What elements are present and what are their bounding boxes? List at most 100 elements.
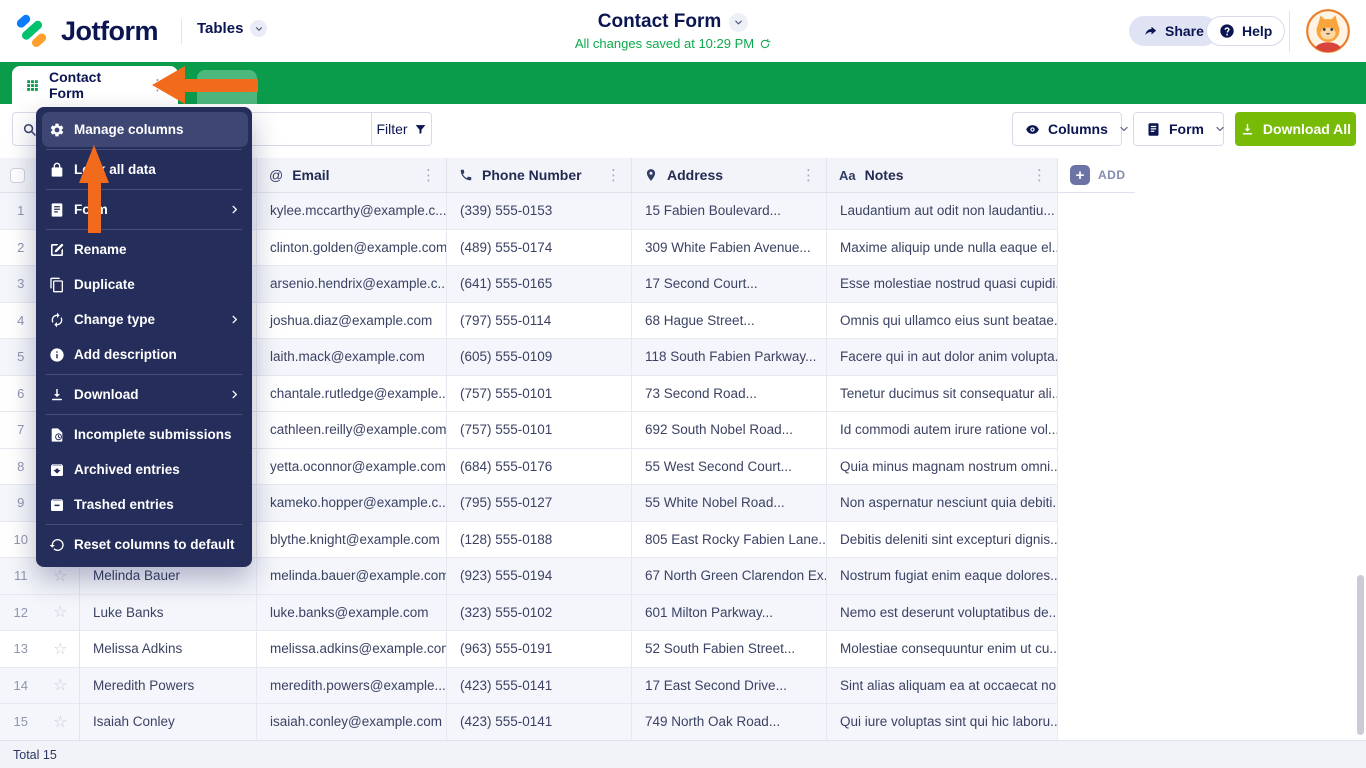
cell-email[interactable]: isaiah.conley@example.com — [257, 704, 447, 741]
add-column-button[interactable]: + ADD — [1058, 158, 1135, 193]
select-all-checkbox[interactable] — [10, 167, 25, 183]
menu-item-incomplete-submissions[interactable]: Incomplete submissions — [42, 417, 248, 452]
column-header-notes[interactable]: Aa Notes ⋮ — [827, 158, 1058, 193]
cell-notes[interactable]: Quia minus magnam nostrum omni... — [827, 448, 1058, 485]
cell-notes[interactable]: Debitis deleniti sint excepturi dignis..… — [827, 521, 1058, 558]
cell-notes[interactable]: Nostrum fugiat enim eaque dolores... — [827, 558, 1058, 595]
cell-notes[interactable]: Maxime aliquip unde nulla eaque el... — [827, 229, 1058, 266]
cell-address[interactable]: 55 White Nobel Road... — [632, 485, 827, 522]
cell-email[interactable]: chantale.rutledge@example... — [257, 375, 447, 412]
title-chevron-down-icon[interactable] — [729, 12, 749, 32]
column-menu-dots-icon[interactable]: ⋮ — [799, 166, 818, 184]
column-menu-dots-icon[interactable]: ⋮ — [604, 166, 623, 184]
cell-phone[interactable]: (128) 555-0188 — [447, 521, 632, 558]
menu-item-rename[interactable]: Rename — [42, 232, 248, 267]
menu-item-trashed-entries[interactable]: Trashed entries — [42, 487, 248, 522]
cell-notes[interactable]: Facere qui in aut dolor anim volupta... — [827, 339, 1058, 376]
cell-address[interactable]: 805 East Rocky Fabien Lane... — [632, 521, 827, 558]
tab-menu-dots-icon[interactable]: ⋮ — [147, 76, 168, 95]
menu-item-duplicate[interactable]: Duplicate — [42, 267, 248, 302]
cell-email[interactable]: luke.banks@example.com — [257, 594, 447, 631]
cell-email[interactable]: kameko.hopper@example.c... — [257, 485, 447, 522]
cell-email[interactable]: yetta.oconnor@example.com — [257, 448, 447, 485]
cell-phone[interactable]: (339) 555-0153 — [447, 193, 632, 230]
cell-phone[interactable]: (757) 555-0101 — [447, 375, 632, 412]
star-icon[interactable]: ☆ — [41, 639, 79, 659]
cell-notes[interactable]: Laudantium aut odit non laudantiu... — [827, 193, 1058, 230]
cell-name[interactable]: Melissa Adkins — [80, 631, 257, 668]
cell-phone[interactable]: (757) 555-0101 — [447, 412, 632, 449]
cell-email[interactable]: clinton.golden@example.com — [257, 229, 447, 266]
cell-email[interactable]: melissa.adkins@example.com — [257, 631, 447, 668]
cell-address[interactable]: 73 Second Road... — [632, 375, 827, 412]
menu-item-add-description[interactable]: Add description — [42, 337, 248, 372]
column-header-address[interactable]: Address ⋮ — [632, 158, 827, 193]
menu-item-reset-columns[interactable]: Reset columns to default — [42, 527, 248, 562]
cell-notes[interactable]: Id commodi autem irure ratione vol... — [827, 412, 1058, 449]
avatar[interactable] — [1306, 9, 1350, 53]
column-header-email[interactable]: @ Email ⋮ — [257, 158, 447, 193]
star-icon[interactable]: ☆ — [41, 712, 79, 732]
vertical-scrollbar[interactable] — [1357, 575, 1364, 735]
cell-phone[interactable]: (795) 555-0127 — [447, 485, 632, 522]
cell-address[interactable]: 692 South Nobel Road... — [632, 412, 827, 449]
cell-phone[interactable]: (489) 555-0174 — [447, 229, 632, 266]
download-all-button[interactable]: Download All — [1235, 112, 1356, 146]
cell-address[interactable]: 749 North Oak Road... — [632, 704, 827, 741]
column-menu-dots-icon[interactable]: ⋮ — [1030, 166, 1049, 184]
cell-notes[interactable]: Tenetur ducimus sit consequatur ali... — [827, 375, 1058, 412]
menu-item-form[interactable]: Form — [42, 192, 248, 227]
tab-second[interactable]: ANEW — [197, 70, 257, 104]
cell-phone[interactable]: (684) 555-0176 — [447, 448, 632, 485]
cell-address[interactable]: 67 North Green Clarendon Ex... — [632, 558, 827, 595]
cell-notes[interactable]: Molestiae consequuntur enim ut cu... — [827, 631, 1058, 668]
star-icon[interactable]: ☆ — [41, 566, 79, 586]
cell-phone[interactable]: (923) 555-0194 — [447, 558, 632, 595]
cell-address[interactable]: 17 East Second Drive... — [632, 667, 827, 704]
column-header-phone[interactable]: Phone Number ⋮ — [447, 158, 632, 193]
cell-phone[interactable]: (641) 555-0165 — [447, 266, 632, 303]
menu-item-change-type[interactable]: Change type — [42, 302, 248, 337]
columns-button[interactable]: Columns — [1012, 112, 1128, 146]
cell-email[interactable]: laith.mack@example.com — [257, 339, 447, 376]
form-button[interactable]: Form — [1133, 112, 1224, 146]
cell-notes[interactable]: Nemo est deserunt voluptatibus de... — [827, 594, 1058, 631]
tab-contact-form[interactable]: Contact Form ⋮ — [12, 66, 178, 104]
cell-address[interactable]: 17 Second Court... — [632, 266, 827, 303]
cell-notes[interactable]: Sint alias aliquam ea at occaecat no... — [827, 667, 1058, 704]
column-menu-dots-icon[interactable]: ⋮ — [419, 166, 438, 184]
cell-notes[interactable]: Qui iure voluptas sint qui hic laboru... — [827, 704, 1058, 741]
cell-notes[interactable]: Omnis qui ullamco eius sunt beatae... — [827, 302, 1058, 339]
cell-address[interactable]: 601 Milton Parkway... — [632, 594, 827, 631]
menu-item-archived-entries[interactable]: Archived entries — [42, 452, 248, 487]
cell-phone[interactable]: (605) 555-0109 — [447, 339, 632, 376]
cell-email[interactable]: cathleen.reilly@example.com — [257, 412, 447, 449]
cell-email[interactable]: blythe.knight@example.com — [257, 521, 447, 558]
cell-email[interactable]: meredith.powers@example... — [257, 667, 447, 704]
cell-phone[interactable]: (797) 555-0114 — [447, 302, 632, 339]
cell-notes[interactable]: Non aspernatur nesciunt quia debiti... — [827, 485, 1058, 522]
cell-phone[interactable]: (423) 555-0141 — [447, 667, 632, 704]
cell-phone[interactable]: (323) 555-0102 — [447, 594, 632, 631]
cell-address[interactable]: 118 South Fabien Parkway... — [632, 339, 827, 376]
cell-email[interactable]: arsenio.hendrix@example.c... — [257, 266, 447, 303]
menu-item-manage-columns[interactable]: Manage columns — [42, 112, 248, 147]
help-button[interactable]: Help — [1206, 16, 1286, 46]
share-button[interactable]: Share — [1129, 16, 1218, 46]
cell-notes[interactable]: Esse molestiae nostrud quasi cupidi... — [827, 266, 1058, 303]
cell-address[interactable]: 309 White Fabien Avenue... — [632, 229, 827, 266]
cell-address[interactable]: 55 West Second Court... — [632, 448, 827, 485]
cell-email[interactable]: kylee.mccarthy@example.c... — [257, 193, 447, 230]
cell-email[interactable]: melinda.bauer@example.com — [257, 558, 447, 595]
menu-item-lock-all-data[interactable]: Lock all data — [42, 152, 248, 187]
cell-email[interactable]: joshua.diaz@example.com — [257, 302, 447, 339]
cell-name[interactable]: Meredith Powers — [80, 667, 257, 704]
star-icon[interactable]: ☆ — [41, 675, 79, 695]
cell-phone[interactable]: (423) 555-0141 — [447, 704, 632, 741]
filter-button[interactable]: Filter — [371, 112, 432, 146]
star-icon[interactable]: ☆ — [41, 602, 79, 622]
menu-item-download[interactable]: Download — [42, 377, 248, 412]
cell-phone[interactable]: (963) 555-0191 — [447, 631, 632, 668]
cell-address[interactable]: 15 Fabien Boulevard... — [632, 193, 827, 230]
cell-address[interactable]: 52 South Fabien Street... — [632, 631, 827, 668]
